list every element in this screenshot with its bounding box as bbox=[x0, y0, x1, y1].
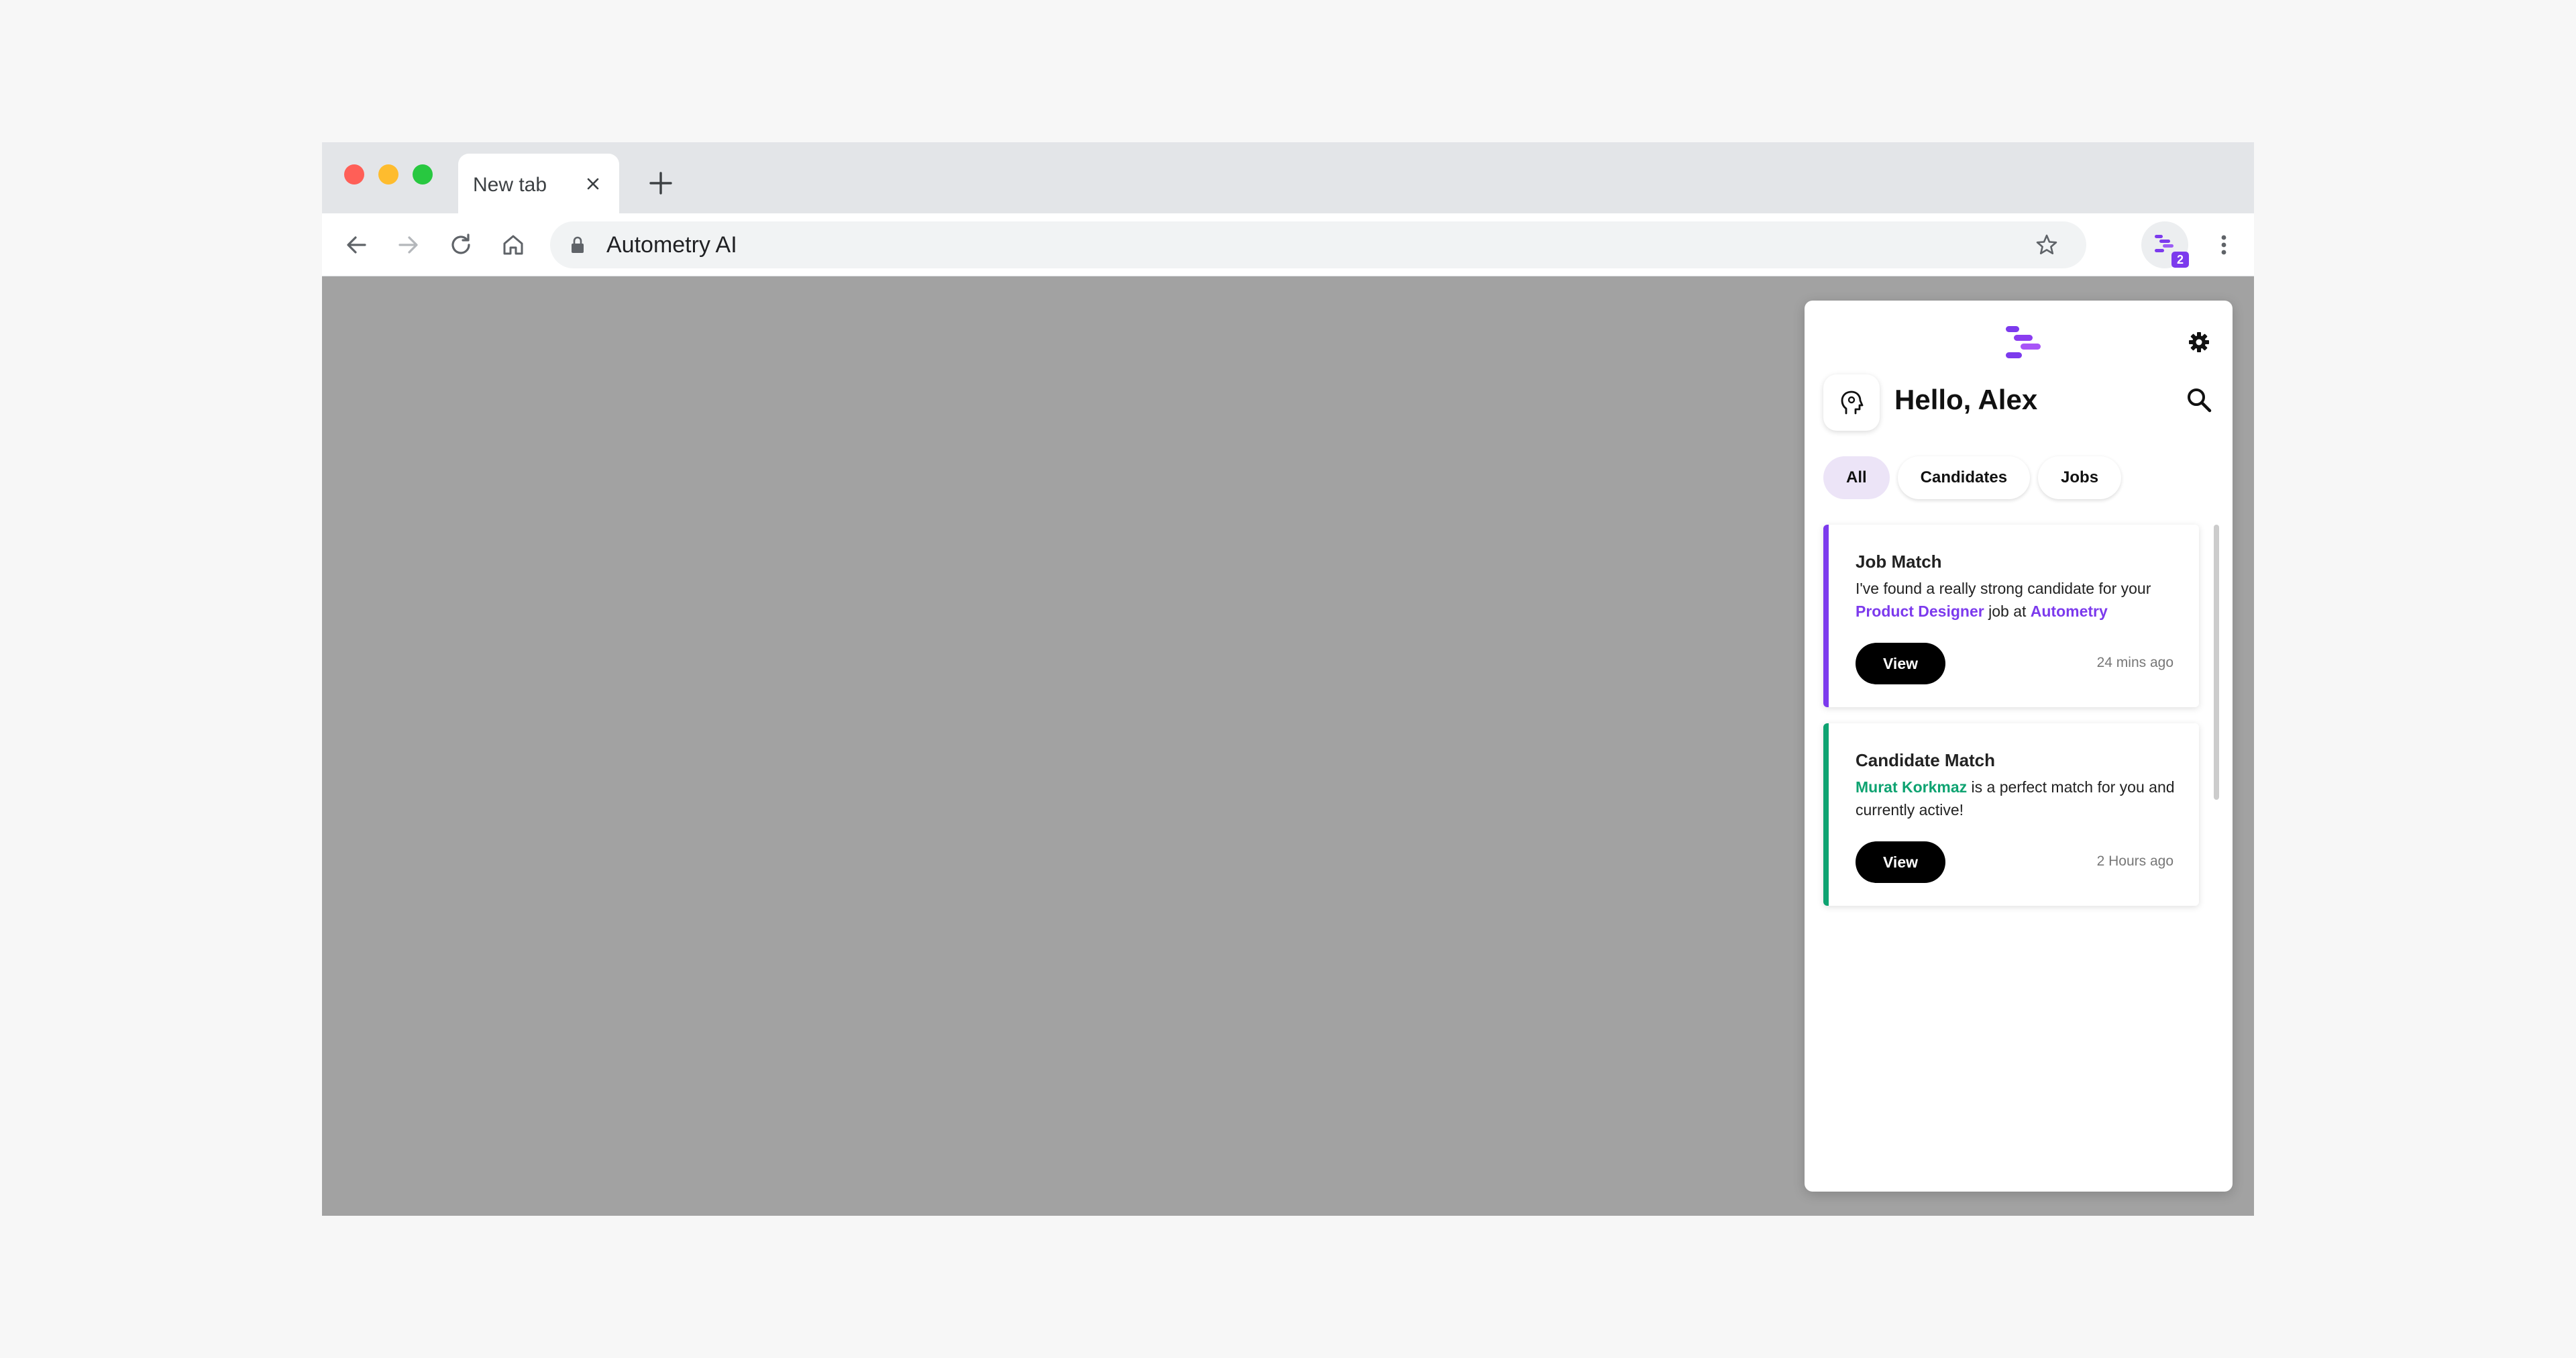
url-text: Autometry AI bbox=[606, 232, 737, 258]
job-title-link[interactable]: Product Designer bbox=[1856, 603, 1984, 620]
forward-arrow-icon[interactable] bbox=[393, 229, 424, 260]
browser-toolbar: Autometry AI 2 bbox=[322, 213, 2254, 276]
plus-icon[interactable] bbox=[644, 166, 678, 200]
search-icon[interactable] bbox=[2184, 385, 2214, 415]
notification-feed: Job Match I've found a really strong can… bbox=[1823, 525, 2199, 922]
close-window-button[interactable] bbox=[344, 164, 364, 185]
gear-icon[interactable] bbox=[2187, 330, 2211, 354]
reload-icon[interactable] bbox=[445, 229, 476, 260]
card-accent-bar bbox=[1823, 525, 1829, 707]
timestamp: 2 Hours ago bbox=[2096, 853, 2174, 869]
notification-card-candidate-match: Candidate Match Murat Korkmaz is a perfe… bbox=[1823, 723, 2199, 906]
avatar[interactable] bbox=[1823, 374, 1880, 431]
view-button[interactable]: View bbox=[1856, 643, 1945, 684]
autometry-logo-icon bbox=[2006, 326, 2041, 358]
card-message: Murat Korkmaz is a perfect match for you… bbox=[1856, 776, 2184, 821]
scrollbar[interactable] bbox=[2214, 525, 2219, 800]
filter-tab-jobs[interactable]: Jobs bbox=[2038, 456, 2122, 499]
card-message: I've found a really strong candidate for… bbox=[1856, 577, 2184, 623]
greeting-heading: Hello, Alex bbox=[1894, 384, 2038, 415]
card-title: Candidate Match bbox=[1856, 750, 1996, 770]
autometry-extension-button[interactable]: 2 bbox=[2141, 221, 2189, 268]
back-arrow-icon[interactable] bbox=[341, 229, 372, 260]
candidate-name-link[interactable]: Murat Korkmaz bbox=[1856, 778, 1967, 796]
card-accent-bar bbox=[1823, 723, 1829, 906]
autometry-popup: Hello, Alex All Candidates Jobs Job Matc… bbox=[1805, 301, 2233, 1192]
company-link[interactable]: Autometry bbox=[2031, 603, 2108, 620]
notification-count-badge: 2 bbox=[2171, 252, 2189, 268]
message-text: I've found a really strong candidate for… bbox=[1856, 580, 2151, 597]
tab-title: New tab bbox=[473, 174, 547, 196]
timestamp: 24 mins ago bbox=[2096, 655, 2174, 670]
close-icon[interactable] bbox=[583, 174, 603, 194]
filter-tabs: All Candidates Jobs bbox=[1823, 456, 2122, 499]
card-title: Job Match bbox=[1856, 552, 1942, 572]
star-icon[interactable] bbox=[2034, 232, 2059, 258]
notification-card-job-match: Job Match I've found a really strong can… bbox=[1823, 525, 2199, 707]
kebab-menu-icon[interactable] bbox=[2208, 229, 2239, 260]
view-button[interactable]: View bbox=[1856, 841, 1945, 883]
maximize-window-button[interactable] bbox=[413, 164, 433, 185]
head-profile-icon bbox=[1841, 390, 1864, 415]
filter-tab-candidates[interactable]: Candidates bbox=[1897, 456, 2031, 499]
home-icon[interactable] bbox=[498, 229, 529, 260]
browser-tab[interactable]: New tab bbox=[458, 154, 619, 213]
lock-icon bbox=[572, 236, 584, 253]
message-text: job at bbox=[1984, 603, 2031, 620]
tab-bar: New tab bbox=[322, 142, 2254, 213]
address-bar[interactable]: Autometry AI bbox=[550, 221, 2086, 268]
filter-tab-all[interactable]: All bbox=[1823, 456, 1890, 499]
minimize-window-button[interactable] bbox=[378, 164, 398, 185]
